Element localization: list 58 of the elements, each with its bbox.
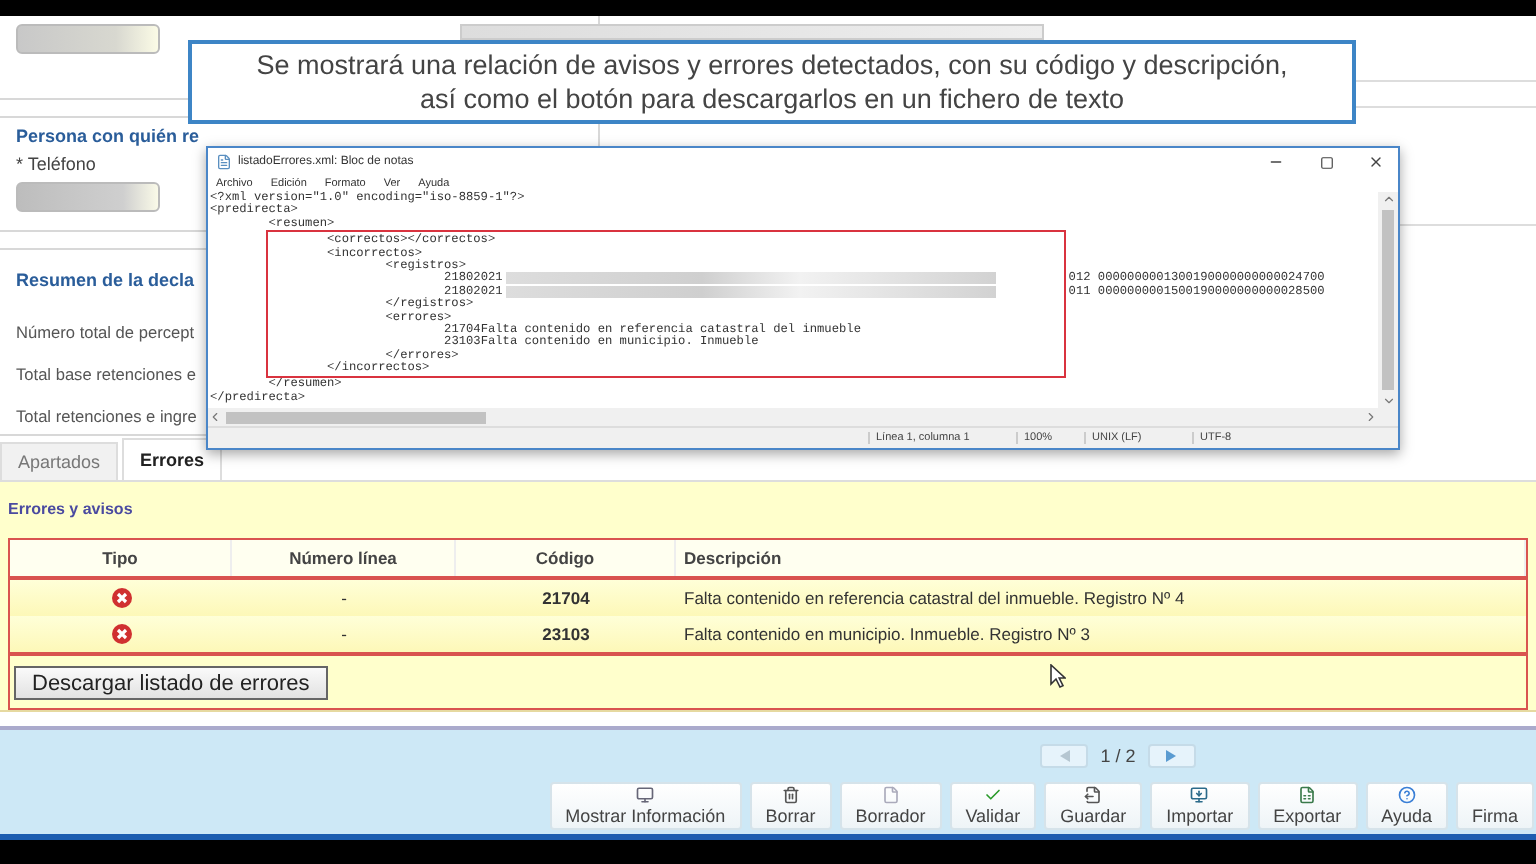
toolbar-icon — [636, 786, 655, 804]
toolbar-button[interactable]: Importar — [1150, 782, 1250, 830]
error-icon — [111, 588, 131, 608]
toolbar-button[interactable]: Firma — [1456, 782, 1534, 830]
summary-label: Total base retenciones e — [16, 364, 196, 384]
toolbar-button[interactable]: Borrar — [749, 782, 832, 830]
table-cell-text: 21704 — [540, 586, 592, 612]
close-icon[interactable] — [1368, 154, 1384, 170]
vertical-scrollbar[interactable] — [1378, 192, 1398, 408]
error-icon — [111, 624, 131, 644]
toolbar-icon — [1397, 786, 1416, 804]
right-triangle-icon — [1166, 750, 1177, 762]
left-triangle-icon — [1059, 750, 1070, 762]
toolbar-icon — [1190, 786, 1209, 804]
scroll-down-icon[interactable] — [1381, 394, 1395, 408]
horizontal-scrollbar[interactable] — [208, 408, 1398, 426]
toolbar-icon — [1084, 786, 1103, 804]
scroll-left-icon[interactable] — [208, 410, 222, 424]
mouse-cursor-icon — [1050, 664, 1066, 688]
blurred-field[interactable] — [460, 24, 1044, 40]
table-cell-text: - — [339, 622, 349, 648]
panel-title: Errores y avisos — [8, 500, 133, 518]
table-cell-text: - — [339, 586, 349, 612]
next-page-button[interactable] — [1147, 744, 1196, 768]
scroll-right-icon[interactable] — [1364, 410, 1378, 424]
tab[interactable]: Apartados — [0, 442, 119, 480]
section-title: Resumen de la decla — [16, 270, 195, 290]
column-header: Tipo — [10, 540, 232, 576]
scroll-up-icon[interactable] — [1381, 192, 1395, 206]
column-header: Número línea — [232, 540, 456, 576]
toolbar-button[interactable]: Validar — [949, 782, 1037, 830]
column-header: Código — [456, 540, 676, 576]
blurred-field[interactable] — [16, 182, 160, 212]
page-indicator: 1 / 2 — [1100, 746, 1136, 766]
toolbar-icon — [983, 786, 1002, 804]
table-cell-text: Falta contenido en referencia catastral del inmueble. Registro Nº 4 — [682, 586, 1187, 612]
toolbar-icon — [881, 786, 900, 804]
caption-text: así como el botón para descargarlos en un fichero de texto — [420, 82, 1124, 116]
table-cell-text: Falta contenido en municipio. Inmueble. Registro Nº 3 — [682, 622, 1092, 648]
toolbar-button[interactable]: Borrador — [839, 782, 942, 830]
caption-text: Se mostrará una relación de avisos y errores detectados, con su código y descripción, — [256, 48, 1288, 82]
column-header: Descripción — [676, 540, 1526, 576]
table-cell-text: 23103 — [540, 622, 592, 648]
maximize-icon[interactable] — [1319, 155, 1333, 169]
download-button[interactable]: Descargar listado de errores — [14, 666, 328, 700]
summary-label: Total retenciones e ingre — [16, 406, 197, 426]
tab[interactable]: Errores — [122, 438, 223, 480]
blurred-field[interactable] — [16, 24, 160, 54]
toolbar-icon — [1298, 786, 1317, 804]
toolbar-icon — [781, 786, 800, 804]
section-title: Persona con quién re — [16, 126, 200, 146]
summary-label: Número total de percept — [16, 322, 195, 342]
field-label: * Teléfono — [16, 154, 96, 174]
toolbar-button[interactable]: Mostrar Información — [549, 782, 742, 830]
toolbar-button[interactable]: Exportar — [1257, 782, 1358, 830]
toolbar-button[interactable]: Ayuda — [1365, 782, 1448, 830]
toolbar-button[interactable]: Guardar — [1044, 782, 1143, 830]
document-icon — [216, 154, 232, 170]
